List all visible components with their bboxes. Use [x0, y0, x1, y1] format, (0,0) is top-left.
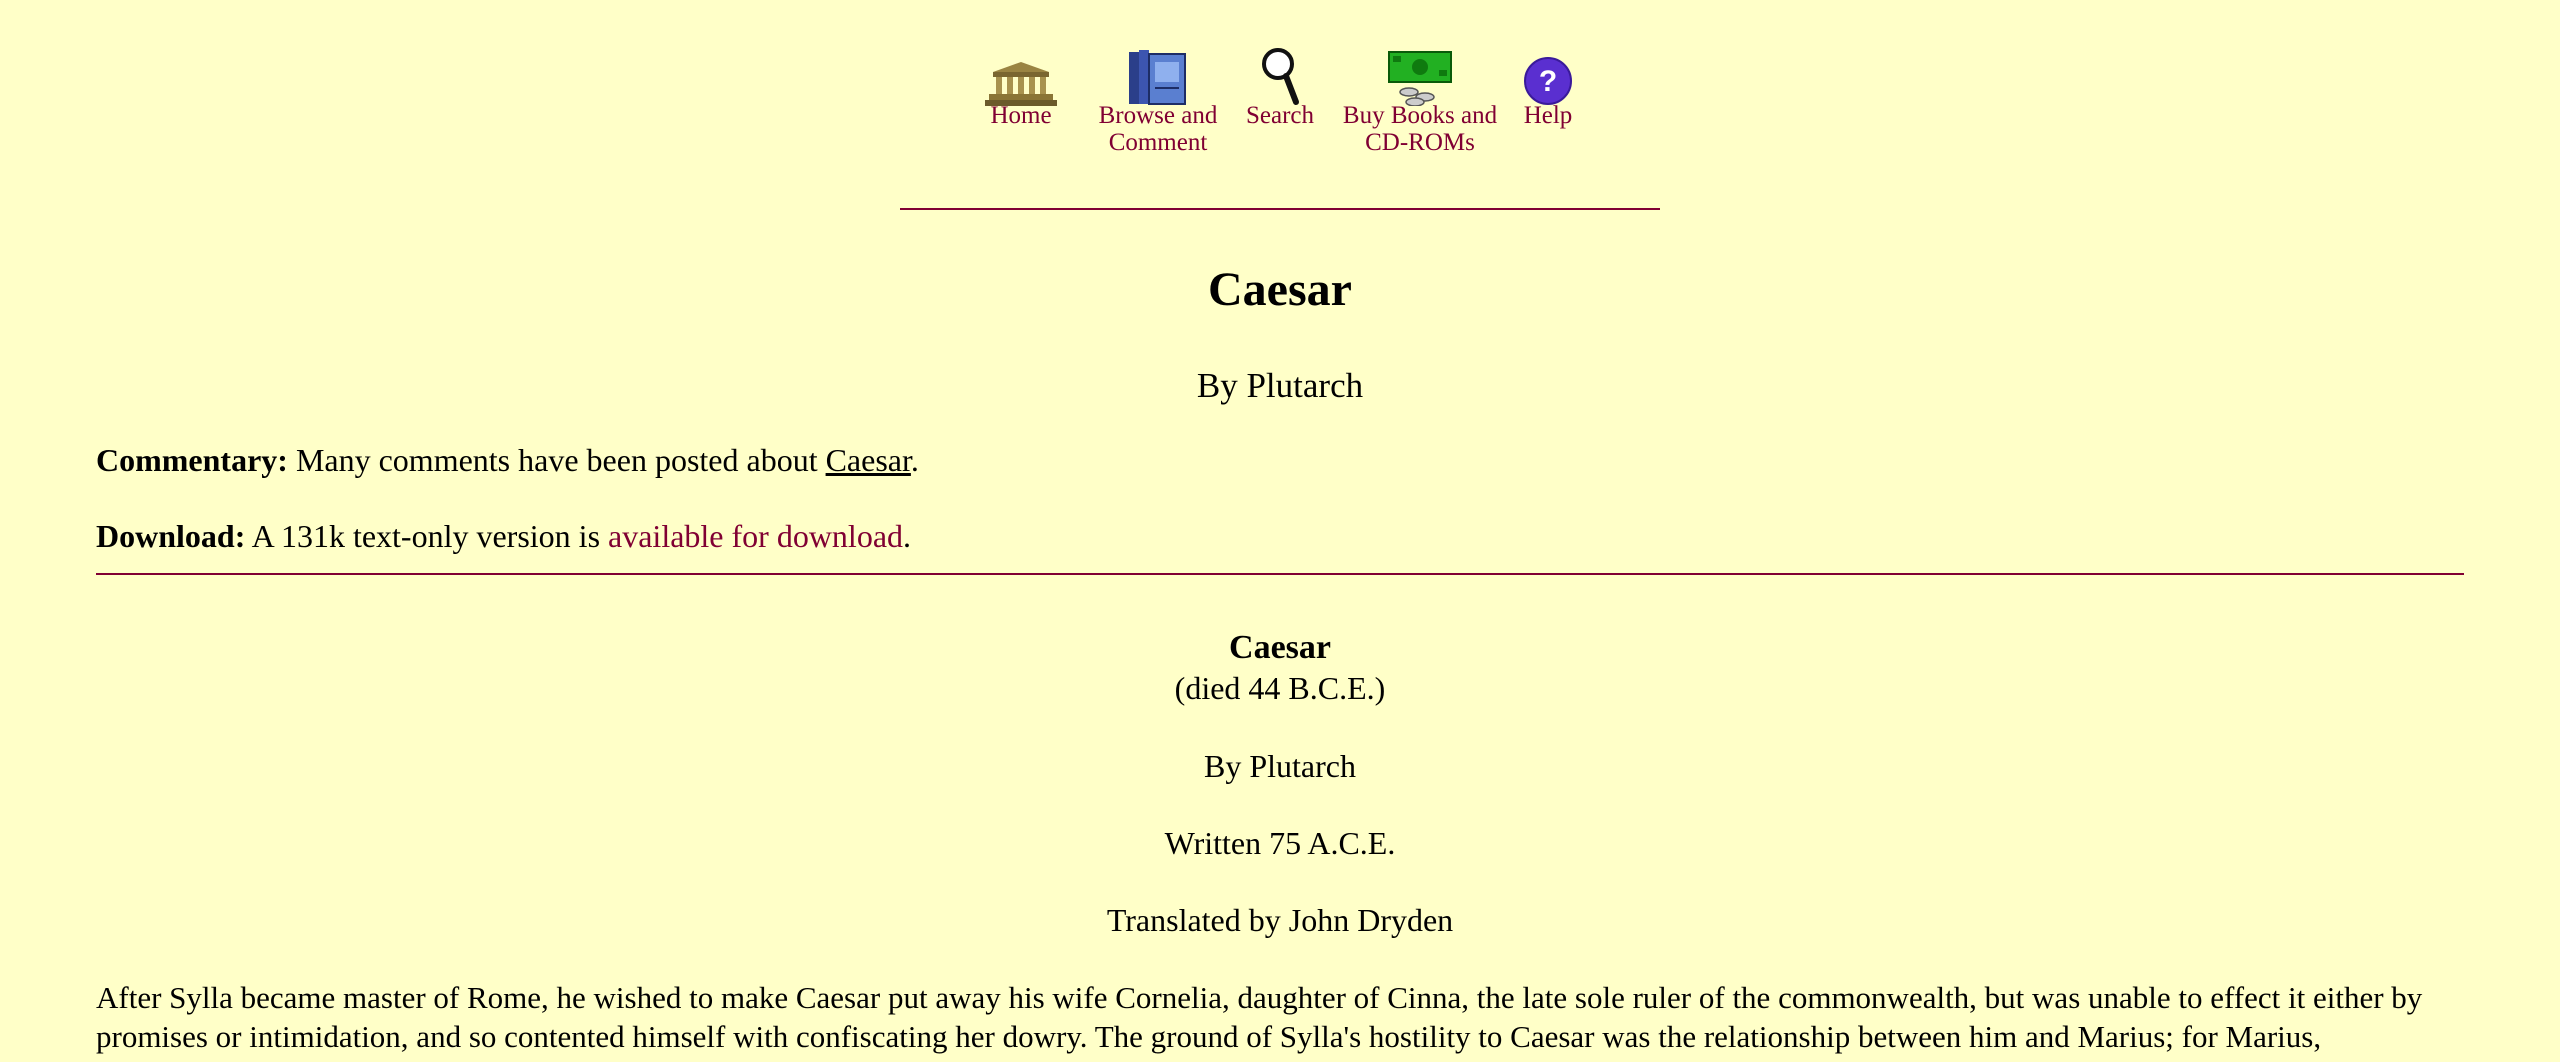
nav-buy-link[interactable]: Buy Books and CD-ROMs: [1332, 44, 1508, 156]
nav-home-link[interactable]: Home: [980, 44, 1062, 129]
content-divider: [96, 573, 2464, 575]
work-written: Written 75 A.C.E.: [1164, 825, 1396, 861]
page-byline: By Plutarch: [1196, 366, 1364, 405]
top-navigation: Home Browse and Comment Search Buy Books…: [0, 44, 2560, 156]
commentary-link[interactable]: Caesar: [826, 442, 911, 478]
commentary-label: Commentary:: [96, 442, 288, 478]
download-period: .: [903, 518, 912, 554]
book-icon: [1127, 44, 1189, 106]
nav-search-link[interactable]: Search: [1238, 44, 1322, 129]
nav-browse-label-line2: Comment: [1108, 129, 1208, 156]
nav-help-link[interactable]: ? Help: [1516, 44, 1580, 129]
work-died: (died 44 B.C.E.): [1174, 670, 1386, 706]
nav-browse-label-line1: Browse and: [1098, 102, 1218, 129]
work-title: Caesar: [1229, 629, 1331, 666]
question-icon: ?: [1523, 44, 1573, 106]
nav-help-label: Help: [1523, 102, 1573, 129]
commentary-line: Commentary: Many comments have been post…: [96, 440, 2476, 480]
nav-browse-link[interactable]: Browse and Comment: [1088, 44, 1228, 156]
download-label: Download:: [96, 518, 246, 554]
work-translator: Translated by John Dryden: [1106, 902, 1454, 938]
nav-buy-label-line1: Buy Books and: [1342, 102, 1498, 129]
download-text: A 131k text-only version is: [251, 518, 601, 554]
magnifier-icon: [1258, 44, 1302, 106]
work-byline: By Plutarch: [1204, 748, 1356, 784]
parthenon-icon: [985, 44, 1057, 106]
download-link[interactable]: available for download: [608, 518, 903, 554]
body-paragraph: After Sylla became master of Rome, he wi…: [96, 980, 2423, 1054]
page-title: Caesar: [1208, 263, 1352, 316]
money-icon: [1387, 44, 1453, 106]
nav-search-label: Search: [1245, 102, 1315, 129]
nav-divider: [900, 208, 1660, 210]
download-line: Download: A 131k text-only version is av…: [96, 516, 2476, 556]
commentary-period: .: [910, 442, 919, 478]
nav-buy-label-line2: CD-ROMs: [1365, 129, 1475, 156]
commentary-text: Many comments have been posted about: [295, 442, 818, 478]
svg-text:?: ?: [1539, 65, 1557, 98]
nav-home-label: Home: [990, 102, 1052, 129]
